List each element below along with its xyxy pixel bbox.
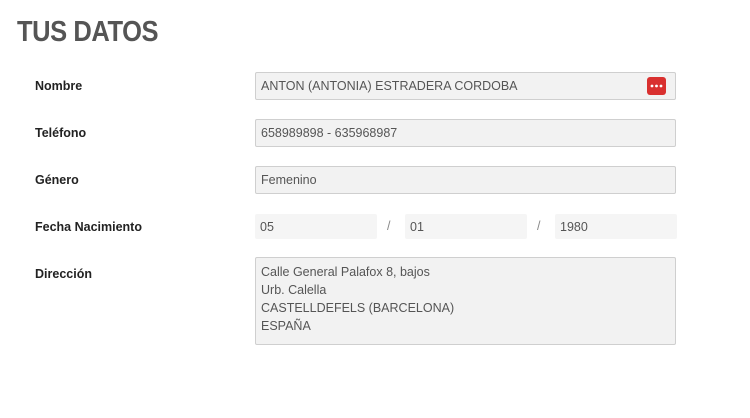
fecha-nacimiento-label: Fecha Nacimiento [35,220,142,234]
fecha-day-field[interactable]: 05 [255,214,377,239]
password-manager-icon[interactable] [647,77,666,95]
dots-icon [650,84,663,88]
direccion-textarea[interactable]: Calle General Palafox 8, bajos Urb. Cale… [255,257,676,345]
fecha-year-field[interactable]: 1980 [555,214,677,239]
genero-field[interactable]: Femenino [255,166,676,194]
telefono-value: 658989898 - 635968987 [261,126,398,140]
fecha-separator: / [387,219,391,233]
genero-label: Género [35,173,79,187]
telefono-field[interactable]: 658989898 - 635968987 [255,119,676,147]
genero-value: Femenino [261,173,317,187]
nombre-label: Nombre [35,79,83,93]
telefono-label: Teléfono [35,126,87,140]
fecha-year-value: 1980 [560,219,588,234]
fecha-day-value: 05 [260,219,274,234]
page-title: TUS DATOS [17,16,159,48]
nombre-field[interactable]: ANTON (ANTONIA) ESTRADERA CORDOBA [255,72,676,100]
fecha-month-field[interactable]: 01 [405,214,527,239]
nombre-value: ANTON (ANTONIA) ESTRADERA CORDOBA [261,79,518,93]
direccion-line: Calle General Palafox 8, bajos [261,265,430,279]
direccion-line: CASTELLDEFELS (BARCELONA) [261,301,455,315]
fecha-month-value: 01 [410,219,424,234]
direccion-label: Dirección [35,267,92,281]
direccion-line: Urb. Calella [261,283,327,297]
fecha-separator: / [537,219,541,233]
direccion-line: ESPAÑA [261,319,311,333]
